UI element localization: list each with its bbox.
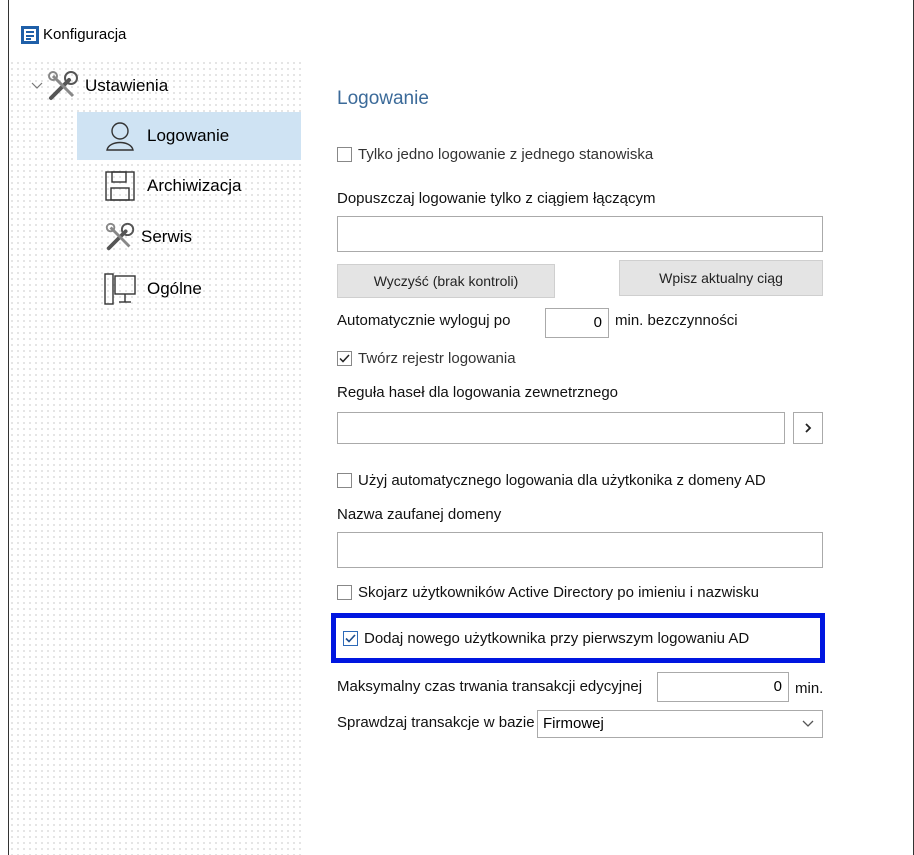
tree-item-ogolne[interactable]: Ogólne [103, 272, 202, 306]
tree-item-label: Archiwizacja [147, 176, 242, 195]
tree-item-label: Logowanie [147, 126, 230, 145]
trusted-domain-row: Nazwa zaufanej domeny [337, 506, 501, 523]
password-rule-row: Reguła haseł dla logowania zewnetrznego [337, 384, 618, 401]
password-rule-label: Reguła haseł dla logowania zewnetrznego [337, 384, 619, 401]
max-tx-input[interactable]: 0 [657, 672, 789, 702]
computer-icon [103, 272, 137, 306]
add-user-checkbox[interactable] [343, 631, 358, 646]
clear-button[interactable]: Wyczyść (brak kontroli) [337, 264, 555, 298]
max-tx-label: Maksymalny czas trwania transakcji edycy… [337, 678, 643, 695]
login-log-label: Twórz rejestr logowania [358, 350, 516, 367]
autologout-row: Automatycznie wyloguj po [337, 312, 510, 329]
pair-ad-label: Skojarz użytkowników Active Directory po… [358, 584, 759, 601]
conn-string-row: Dopuszczaj logowanie tylko z ciągiem łąc… [337, 190, 655, 207]
max-tx-row: Maksymalny czas trwania transakcji edycy… [337, 678, 642, 695]
login-log-checkbox[interactable] [337, 351, 352, 366]
user-icon [103, 120, 137, 152]
conn-string-label: Dopuszczaj logowanie tylko z ciągiem łąc… [337, 190, 656, 207]
autologout-unit: min. bezczynności [615, 312, 738, 329]
password-rule-browse-button[interactable] [793, 412, 823, 444]
tree-item-label: Ogólne [147, 279, 202, 298]
autologout-input[interactable]: 0 [545, 308, 609, 338]
login-log-row: Twórz rejestr logowania [337, 350, 516, 367]
add-user-label: Dodaj nowego użytkownika przy pierwszym … [364, 630, 750, 647]
single-login-checkbox[interactable] [337, 147, 352, 162]
tree-item-logowanie[interactable]: Logowanie [103, 120, 229, 152]
tree-item-serwis[interactable]: Serwis [103, 220, 192, 254]
page-title: Logowanie [337, 88, 429, 109]
ad-autologin-checkbox[interactable] [337, 473, 352, 488]
check-tx-value: Firmowej [543, 715, 604, 732]
max-tx-unit: min. [795, 680, 824, 697]
single-login-label: Tylko jedno logowanie z jednego stanowis… [358, 146, 654, 163]
floppy-disk-icon [103, 170, 137, 202]
tree-item-archiwizacja[interactable]: Archiwizacja [103, 170, 241, 202]
tree-root-label: Ustawienia [85, 76, 169, 95]
tree-item-label: Serwis [141, 227, 193, 246]
check-tx-label: Sprawdzaj transakcje w bazie [337, 714, 535, 731]
trusted-domain-label: Nazwa zaufanej domeny [337, 506, 502, 523]
max-tx-unit-row: min. [795, 680, 823, 697]
title-bar: Konfiguracja [9, 0, 913, 60]
tools-icon [45, 68, 81, 104]
pair-ad-row: Skojarz użytkowników Active Directory po… [337, 584, 759, 601]
autologout-label: Automatycznie wyloguj po [337, 312, 511, 329]
settings-tree: Ustawienia Logowanie Archiwizacja Serwis… [9, 60, 301, 855]
autologout-unit-row: min. bezczynności [615, 312, 738, 329]
ad-autologin-label: Użyj automatycznego logowania dla użytko… [358, 472, 766, 489]
logowanie-panel: Logowanie Tylko jedno logowanie z jedneg… [301, 60, 913, 855]
single-login-row: Tylko jedno logowanie z jednego stanowis… [337, 146, 653, 163]
add-user-row: Dodaj nowego użytkownika przy pierwszym … [343, 630, 749, 647]
chevron-right-icon [804, 420, 812, 436]
password-rule-input[interactable] [337, 412, 785, 444]
ad-autologin-row: Użyj automatycznego logowania dla użytko… [337, 472, 766, 489]
chevron-down-icon [802, 711, 814, 737]
check-tx-row: Sprawdzaj transakcje w bazie [337, 714, 535, 731]
tools-icon [103, 220, 137, 254]
pair-ad-checkbox[interactable] [337, 585, 352, 600]
insert-current-button[interactable]: Wpisz aktualny ciąg [619, 260, 823, 296]
window-title: Konfiguracja [43, 26, 127, 43]
chevron-down-icon[interactable] [31, 78, 45, 95]
tree-root-ustawienia[interactable]: Ustawienia [31, 68, 168, 104]
check-tx-select[interactable]: Firmowej [537, 710, 823, 738]
conn-string-input[interactable] [337, 216, 823, 252]
config-window: Konfiguracja Ustawienia Logowanie Archiw… [8, 0, 914, 855]
app-icon [21, 26, 39, 44]
trusted-domain-input[interactable] [337, 532, 823, 568]
